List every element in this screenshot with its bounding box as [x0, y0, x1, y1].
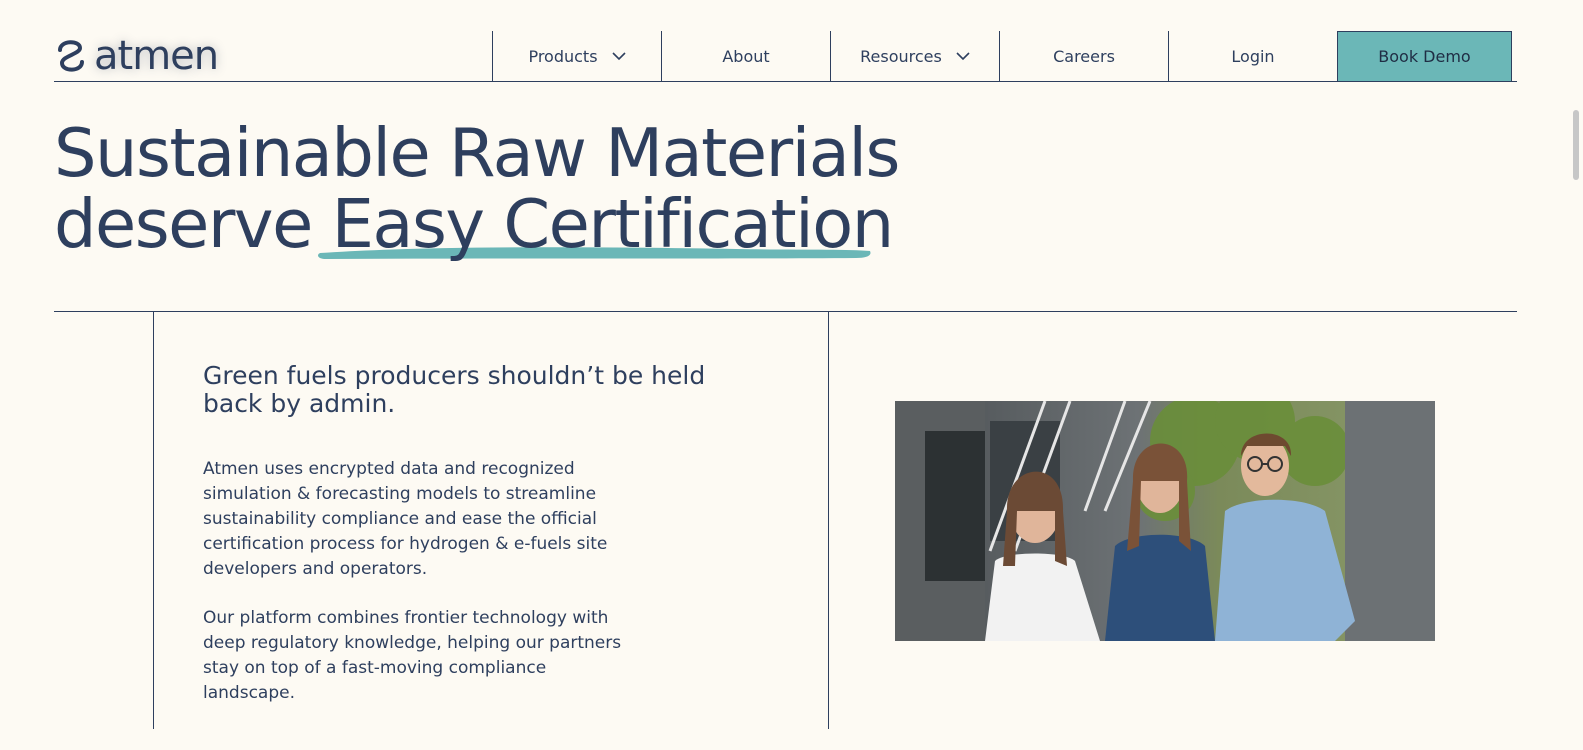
nav-divider — [54, 81, 1517, 82]
hero-line-1: Sustainable Raw Materials — [54, 114, 900, 192]
brand-name: atmen — [94, 33, 219, 79]
intro-paragraph-2: Our platform combines frontier technolog… — [203, 608, 622, 703]
hero-line-2-prefix: deserve — [54, 185, 332, 263]
brand-logo[interactable]: atmen — [54, 31, 219, 81]
nav-item-label: Careers — [1053, 47, 1115, 66]
hero-highlight: Easy Certification — [317, 189, 894, 260]
section-divider — [54, 311, 1517, 312]
intro-paragraph-1: Atmen uses encrypted data and recognized… — [203, 459, 608, 579]
column-rule-middle — [828, 312, 829, 729]
nav-item-careers[interactable]: Careers — [999, 31, 1168, 82]
hero-highlight-text: Easy Certification — [331, 185, 895, 263]
nav-item-label: Products — [528, 47, 598, 66]
hero-line-2: deserve Easy Certification — [54, 189, 899, 260]
scrollbar-thumb[interactable] — [1573, 110, 1579, 180]
nav-item-label: Resources — [860, 47, 942, 66]
chevron-down-icon — [956, 52, 970, 61]
nav-item-about[interactable]: About — [661, 31, 830, 82]
chevron-down-icon — [611, 52, 626, 61]
intro-heading: Green fuels producers shouldn’t be held … — [203, 361, 706, 418]
nav-item-label: Login — [1231, 47, 1275, 66]
nav-item-resources[interactable]: Resources — [830, 31, 999, 82]
wave-link-icon — [58, 40, 84, 72]
team-photo — [895, 401, 1435, 641]
page-scrollbar[interactable] — [1565, 0, 1583, 750]
column-rule-left — [153, 312, 154, 729]
top-navigation: atmen Products About Resources Careers L… — [54, 31, 1517, 82]
nav-item-label: About — [722, 47, 770, 66]
main-nav: Products About Resources Careers Login B… — [492, 31, 1512, 82]
book-demo-button[interactable]: Book Demo — [1337, 31, 1512, 82]
nav-item-products[interactable]: Products — [492, 31, 661, 82]
hero-title: Sustainable Raw Materials deserve Easy C… — [54, 114, 900, 260]
nav-item-login[interactable]: Login — [1168, 31, 1337, 82]
